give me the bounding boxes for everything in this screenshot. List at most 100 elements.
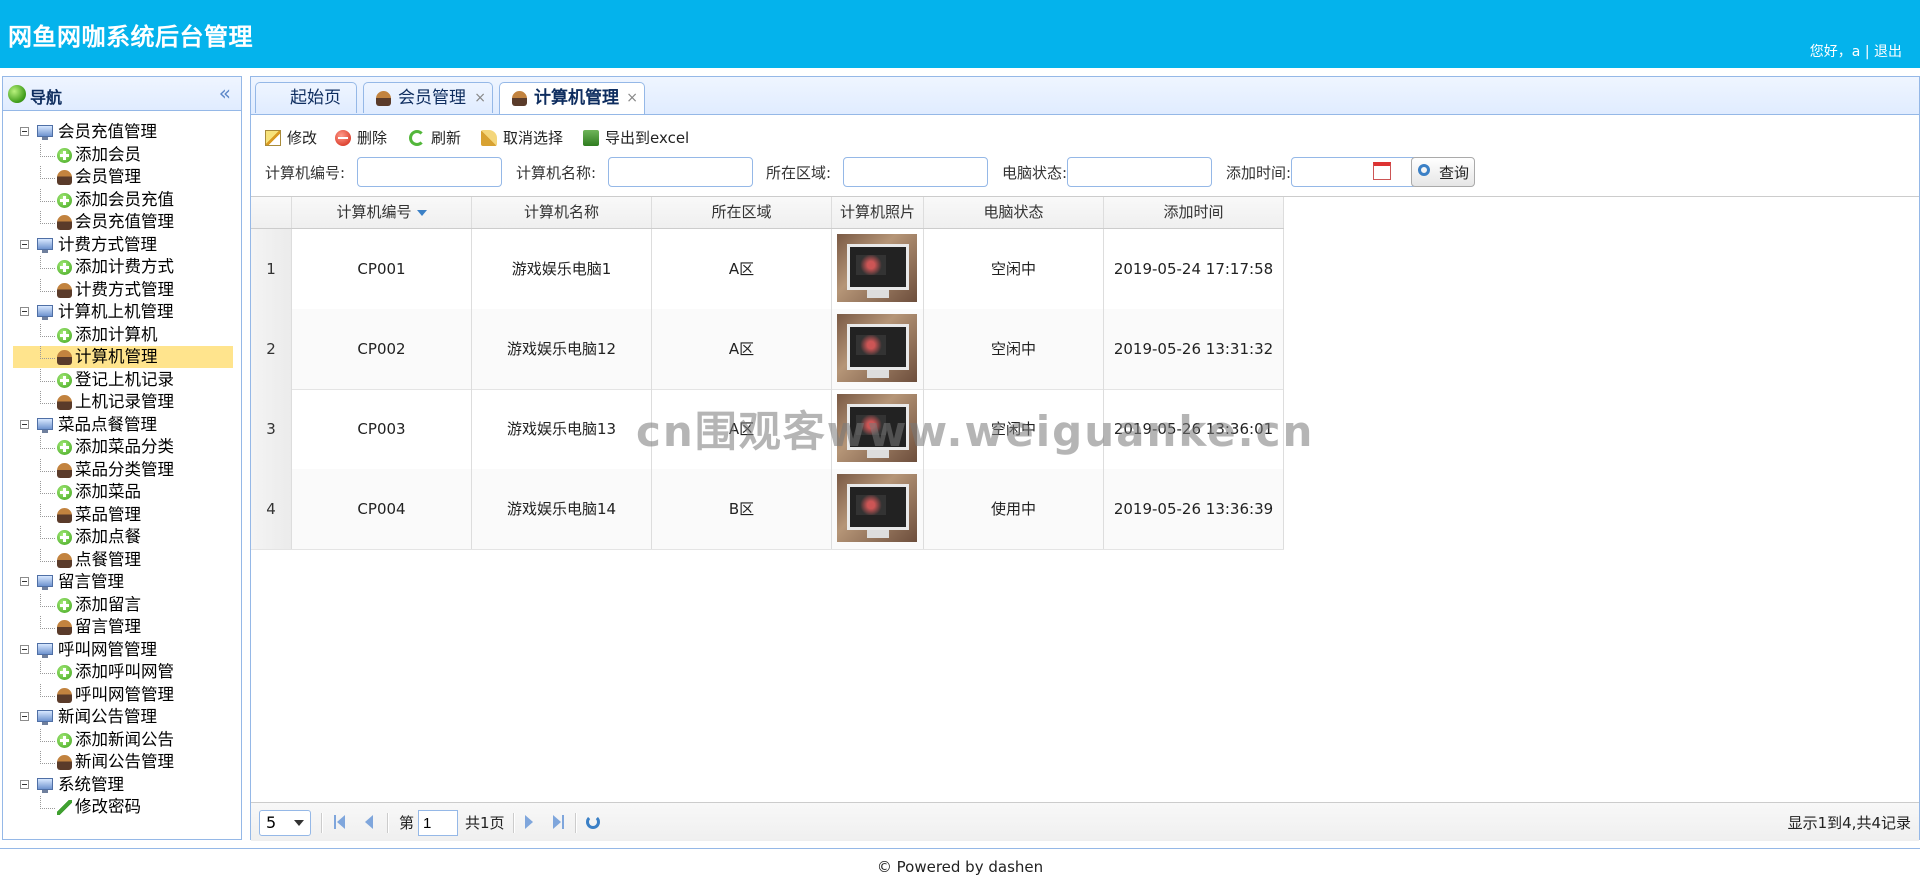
search-icon bbox=[1418, 164, 1430, 176]
sidebar-item[interactable]: 添加会员充值 bbox=[13, 188, 237, 212]
user-icon bbox=[57, 282, 72, 298]
add-time-input[interactable] bbox=[1291, 157, 1417, 187]
sidebar-item[interactable]: 添加会员 bbox=[13, 143, 237, 167]
sidebar-item[interactable]: 会员管理 bbox=[13, 166, 237, 189]
sidebar-group[interactable]: 会员充值管理 bbox=[13, 121, 237, 144]
cell-computer-no: CP001 bbox=[292, 229, 472, 309]
col-header[interactable]: 添加时间 bbox=[1104, 197, 1284, 228]
tab-computer-manage[interactable]: 计算机管理 × bbox=[499, 82, 645, 114]
logout-link[interactable]: 退出 bbox=[1874, 44, 1902, 60]
sidebar-group-label: 留言管理 bbox=[58, 572, 124, 591]
tree-line bbox=[40, 548, 55, 562]
sidebar-group[interactable]: 留言管理 bbox=[13, 571, 237, 594]
table-row[interactable]: 4 CP004 游戏娱乐电脑14 B区 使用中 2019-05-26 13:36:39 bbox=[251, 469, 1284, 550]
row-number: 3 bbox=[251, 389, 292, 469]
sidebar-item[interactable]: 添加菜品分类 bbox=[13, 436, 237, 459]
computer-no-input[interactable] bbox=[357, 157, 502, 187]
collapse-toggle-icon[interactable] bbox=[20, 712, 29, 721]
page-size-select[interactable]: 5 bbox=[259, 810, 311, 836]
add-icon bbox=[57, 665, 72, 680]
sidebar-item[interactable]: 上机记录管理 bbox=[13, 391, 237, 414]
sidebar-item[interactable]: 计算机管理 bbox=[13, 346, 237, 369]
add-icon bbox=[57, 372, 72, 388]
filter-label-no: 计算机编号: bbox=[265, 164, 346, 182]
sidebar-item[interactable]: 添加计算机 bbox=[13, 323, 237, 347]
add-icon bbox=[57, 147, 72, 163]
query-button[interactable]: 查询 bbox=[1411, 157, 1475, 187]
first-page-icon[interactable] bbox=[337, 815, 345, 829]
filter-label-time: 添加时间: bbox=[1226, 164, 1292, 182]
main-panel: 起始页 会员管理 × 计算机管理 × 修改 删除 刷新 取消选择 导出到exce… bbox=[250, 76, 1920, 841]
tree-line bbox=[40, 728, 55, 742]
col-header[interactable]: 所在区域 bbox=[652, 197, 832, 228]
sidebar-item[interactable]: 菜品分类管理 bbox=[13, 458, 237, 482]
user-icon bbox=[57, 507, 72, 523]
sidebar-item[interactable]: 添加菜品 bbox=[13, 481, 237, 504]
sidebar-group[interactable]: 呼叫网管管理 bbox=[13, 639, 237, 662]
col-header[interactable]: 计算机编号 bbox=[292, 197, 472, 228]
sidebar-group[interactable]: 系统管理 bbox=[13, 774, 237, 797]
sidebar-group[interactable]: 计费方式管理 bbox=[13, 234, 237, 257]
sidebar-item[interactable]: 添加计费方式 bbox=[13, 256, 237, 279]
collapse-toggle-icon[interactable] bbox=[20, 239, 29, 249]
col-header[interactable]: 计算机照片 bbox=[832, 197, 924, 228]
filter-label-area: 所在区域: bbox=[766, 164, 832, 182]
close-icon[interactable]: × bbox=[474, 83, 486, 113]
area-input[interactable] bbox=[843, 157, 988, 187]
cell-status: 空闲中 bbox=[924, 389, 1104, 469]
collapse-toggle-icon[interactable] bbox=[20, 644, 29, 654]
sidebar-group-label: 会员充值管理 bbox=[58, 122, 157, 141]
sidebar-item[interactable]: 添加新闻公告 bbox=[13, 728, 237, 752]
table-row[interactable]: 1 CP001 游戏娱乐电脑1 A区 空闲中 2019-05-24 17:17:58 bbox=[251, 229, 1284, 310]
page-number-input[interactable] bbox=[418, 810, 458, 836]
last-page-icon[interactable] bbox=[553, 815, 561, 829]
prev-page-icon[interactable] bbox=[365, 815, 373, 829]
cell-computer-no: CP004 bbox=[292, 469, 472, 549]
computer-icon bbox=[37, 125, 53, 140]
collapse-toggle-icon[interactable] bbox=[20, 127, 29, 136]
sidebar-item[interactable]: 会员充值管理 bbox=[13, 211, 237, 234]
status-input[interactable] bbox=[1067, 157, 1212, 187]
unselect-label: 取消选择 bbox=[503, 129, 564, 147]
sidebar-item[interactable]: 添加点餐 bbox=[13, 526, 237, 549]
next-page-icon[interactable] bbox=[525, 815, 533, 829]
app-title: 网鱼网咖系统后台管理 bbox=[8, 23, 253, 51]
cell-photo bbox=[832, 469, 924, 549]
tree-line bbox=[40, 616, 55, 629]
col-header[interactable]: 计算机名称 bbox=[472, 197, 652, 228]
sidebar-item[interactable]: 新闻公告管理 bbox=[13, 751, 237, 774]
col-header[interactable]: 电脑状态 bbox=[924, 197, 1104, 228]
sidebar-item[interactable]: 点餐管理 bbox=[13, 548, 237, 572]
sidebar-item[interactable]: 登记上机记录 bbox=[13, 368, 237, 392]
row-number: 1 bbox=[251, 229, 292, 309]
sidebar-group[interactable]: 计算机上机管理 bbox=[13, 301, 237, 324]
sidebar-item[interactable]: 菜品管理 bbox=[13, 503, 237, 527]
table-row[interactable]: 3 CP003 游戏娱乐电脑13 A区 空闲中 2019-05-26 13:36:01 bbox=[251, 389, 1284, 470]
tab-member-manage[interactable]: 会员管理 × bbox=[363, 82, 493, 113]
tree-line bbox=[40, 256, 55, 269]
cell-add-time: 2019-05-26 13:31:32 bbox=[1104, 309, 1284, 389]
collapse-toggle-icon[interactable] bbox=[20, 779, 29, 789]
app-header: 网鱼网咖系统后台管理 您好，a | 退出 bbox=[0, 0, 1920, 68]
filter-label-status: 电脑状态: bbox=[1002, 164, 1068, 182]
tab-home[interactable]: 起始页 bbox=[255, 82, 357, 113]
sidebar-item[interactable]: 添加留言 bbox=[13, 593, 237, 617]
sidebar-item[interactable]: 添加呼叫网管 bbox=[13, 661, 237, 684]
collapse-toggle-icon[interactable] bbox=[20, 307, 29, 316]
table-row[interactable]: 2 CP002 游戏娱乐电脑12 A区 空闲中 2019-05-26 13:31:32 bbox=[251, 309, 1284, 390]
close-icon[interactable]: × bbox=[626, 83, 638, 113]
collapse-toggle-icon[interactable] bbox=[20, 577, 29, 586]
sidebar-group[interactable]: 菜品点餐管理 bbox=[13, 414, 237, 437]
computer-name-input[interactable] bbox=[608, 157, 753, 187]
add-icon bbox=[57, 440, 72, 455]
sidebar-item[interactable]: 修改密码 bbox=[13, 796, 237, 819]
sidebar-group[interactable]: 新闻公告管理 bbox=[13, 706, 237, 729]
sidebar-item[interactable]: 呼叫网管管理 bbox=[13, 683, 237, 707]
calendar-icon[interactable] bbox=[1373, 162, 1391, 180]
reload-icon[interactable] bbox=[586, 815, 600, 829]
sidebar-item[interactable]: 留言管理 bbox=[13, 616, 237, 639]
collapse-icon[interactable]: « bbox=[219, 81, 231, 105]
sidebar-item[interactable]: 计费方式管理 bbox=[13, 278, 237, 302]
excel-icon bbox=[583, 130, 599, 146]
collapse-toggle-icon[interactable] bbox=[20, 419, 29, 429]
